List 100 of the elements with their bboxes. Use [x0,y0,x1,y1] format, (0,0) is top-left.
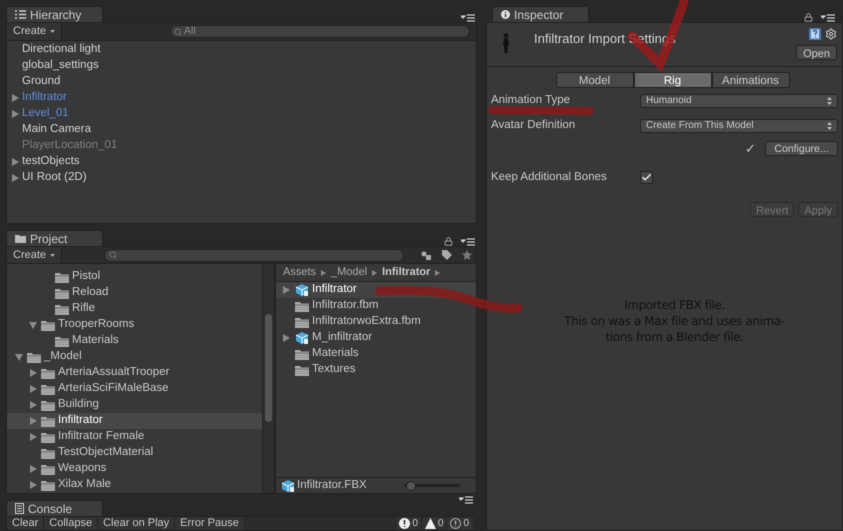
zoom-slider[interactable] [404,480,460,490]
hierarchy-item[interactable]: global_settings [7,58,476,74]
log-count-toggle[interactable]: 0 [395,517,421,530]
info-icon [501,10,510,19]
collapsed-arrow-icon[interactable] [282,286,290,294]
tree-item[interactable]: TrooperRooms [7,317,262,333]
tree-item[interactable]: Weapons [7,461,262,477]
scrollbar[interactable] [262,264,275,493]
tree-item[interactable]: Pistol [7,269,262,285]
collapsed-arrow-icon[interactable] [11,110,19,118]
collapsed-arrow-icon[interactable] [11,94,19,102]
tree-item[interactable]: Materials [7,333,262,349]
collapsed-arrow-icon[interactable] [29,385,37,393]
collapsed-arrow-icon[interactable] [11,174,19,182]
console-toggle[interactable]: Error Pause [175,517,245,530]
help-book-icon[interactable] [809,28,821,40]
console-toggle[interactable]: Collapse [44,517,98,530]
tree-item[interactable]: Reload [7,285,262,301]
breadcrumb-arrow-icon [372,270,378,276]
expanded-arrow-icon[interactable] [29,321,37,329]
hierarchy-item[interactable]: testObjects [7,154,476,170]
lock-icon[interactable] [804,13,813,22]
settings-icon[interactable] [825,28,837,40]
panel-tab[interactable]: Hierarchy [6,6,103,22]
log-count-toggle[interactable]: 0 [446,517,472,530]
breadcrumb-arrow-icon [435,270,440,276]
checkbox[interactable] [640,171,653,184]
panel-menu-icon[interactable] [459,496,473,504]
tree-item[interactable]: Infiltrator Female [7,429,262,445]
folder-icon [41,368,55,378]
panel-tab[interactable]: Inspector [492,6,589,22]
asset-item[interactable]: M_infiltrator [276,330,476,346]
hierarchy-item[interactable]: UI Root (2D) [7,170,476,186]
collapsed-arrow-icon[interactable] [11,158,19,166]
search-icon [174,28,182,36]
tree-item[interactable]: ArteriaAssualtTrooper [7,365,262,381]
search-field[interactable]: All [170,25,470,38]
cube-icon [281,478,295,492]
cube-icon [295,331,309,345]
expanded-arrow-icon[interactable] [15,353,23,361]
hierarchy-item[interactable]: Directional light [7,42,476,58]
configure-button[interactable]: Configure... [765,140,838,156]
collapsed-arrow-icon[interactable] [29,417,37,425]
tree-item[interactable]: Xilax Male [7,477,262,493]
console-toggle[interactable]: Clear [7,517,44,530]
asset-item[interactable]: Textures [276,362,476,378]
tree-item[interactable]: _Model [7,349,262,365]
create-dropdown[interactable]: Create [7,247,62,263]
warning-icon [424,518,436,529]
panel-tab[interactable]: Project [6,230,103,246]
folder-icon [41,400,55,410]
tree-item[interactable]: Rifle [7,301,262,317]
breadcrumb-link[interactable]: _Model [331,264,368,281]
collapsed-arrow-icon[interactable] [29,465,37,473]
hierarchy-item[interactable]: Infiltrator [7,90,476,106]
log-count-toggle[interactable]: 0 [420,517,446,530]
asset-item[interactable]: Infiltrator.fbm [276,298,476,314]
folder-icon [55,336,69,346]
open-button[interactable]: Open [796,45,837,60]
panel-menu-icon[interactable] [461,14,475,22]
filter-type-icon[interactable] [421,250,432,260]
panel-menu-icon[interactable] [821,14,835,22]
asset-item[interactable]: Materials [276,346,476,362]
search-field[interactable] [104,248,404,262]
folder-icon [295,316,309,328]
field-label: Animation Type [491,93,572,108]
hierarchy-item[interactable]: Main Camera [7,122,476,138]
tree-item[interactable]: ArteriaSciFiMaleBase [7,381,262,397]
panel-menu-icon[interactable] [461,238,475,246]
lock-icon[interactable] [444,237,453,246]
folder-icon [295,364,309,376]
collapsed-arrow-icon[interactable] [29,401,37,409]
collapsed-arrow-icon[interactable] [29,481,37,489]
hierarchy-item[interactable]: Ground [7,74,476,90]
up-down-icon [827,122,832,130]
dropdown-field[interactable]: Humanoid [640,94,838,108]
caret-icon [50,254,56,256]
folder-icon [55,304,69,314]
hierarchy-item[interactable]: Level_01 [7,106,476,122]
panel-tab[interactable]: Console [6,500,103,516]
tree-item[interactable]: TestObjectMaterial [7,445,262,461]
collapsed-arrow-icon[interactable] [29,369,37,377]
import-tab[interactable]: Model [556,72,634,88]
tree-item[interactable]: Infiltrator [7,413,262,429]
import-tab[interactable]: Rig [634,72,712,88]
breadcrumb-link[interactable]: Assets [283,264,316,281]
folder-icon [55,272,69,282]
tag-icon[interactable] [442,250,452,260]
console-toggle[interactable]: Clear on Play [98,517,176,530]
document-icon [15,503,24,514]
import-tab[interactable]: Animations [712,72,790,88]
collapsed-arrow-icon[interactable] [282,334,290,342]
collapsed-arrow-icon[interactable] [29,433,37,441]
folder-icon [41,384,55,394]
tree-item[interactable]: Building [7,397,262,413]
create-dropdown[interactable]: Create [7,23,62,40]
asset-item[interactable]: InfiltratorwoExtra.fbm [276,314,476,330]
breadcrumb-link[interactable]: Infiltrator [382,264,430,281]
dropdown-field[interactable]: Create From This Model [640,118,838,133]
star-icon[interactable] [462,250,472,260]
